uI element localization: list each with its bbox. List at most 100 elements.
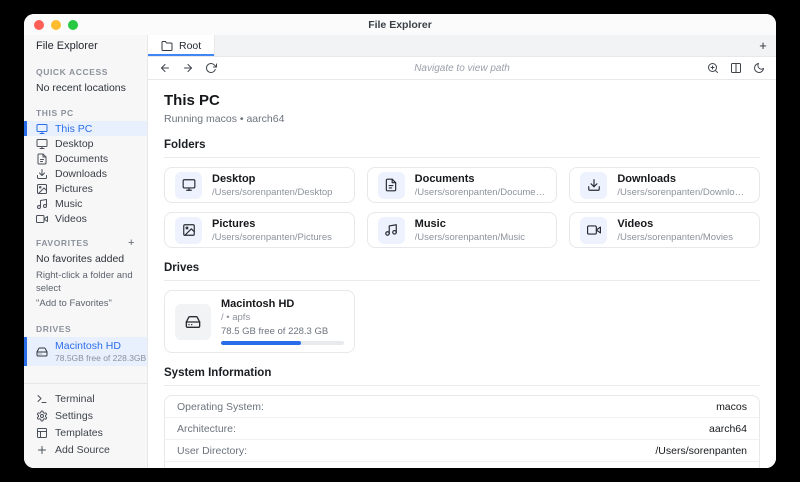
drive-usage-bar	[221, 341, 344, 345]
favorites-hint-line2: "Add to Favorites"	[24, 296, 147, 311]
sidebar-item-music[interactable]: Music	[24, 196, 147, 211]
folder-path: /Users/sorenpanten/Downloads	[617, 188, 749, 198]
table-row: User Directory: /Users/sorenpanten	[165, 440, 759, 462]
sidebar-item-label: Pictures	[55, 183, 93, 195]
refresh-button[interactable]	[205, 62, 217, 74]
folder-card-documents[interactable]: Documents /Users/sorenpanten/Documents	[367, 167, 558, 203]
folder-card-pictures[interactable]: Pictures /Users/sorenpanten/Pictures	[164, 212, 355, 248]
favorites-section-title: FAVORITES +	[24, 232, 147, 251]
sidebar-item-add-source[interactable]: Add Source	[24, 441, 147, 458]
sidebar-item-desktop[interactable]: Desktop	[24, 136, 147, 151]
sidebar-item-this-pc[interactable]: This PC	[24, 121, 147, 136]
tab-bar: Root +	[148, 35, 776, 57]
folder-name: Pictures	[212, 218, 332, 230]
sidebar: File Explorer QUICK ACCESS No recent loc…	[24, 35, 148, 468]
sidebar-item-label: Desktop	[55, 138, 94, 150]
main-panel: Root + Navigate to view path This P	[148, 35, 776, 468]
favorites-hint-line1: Right-click a folder and select	[24, 268, 147, 296]
folder-card-music[interactable]: Music /Users/sorenpanten/Music	[367, 212, 558, 248]
music-icon	[36, 198, 48, 210]
sidebar-item-label: Add Source	[55, 444, 110, 456]
sidebar-item-settings[interactable]: Settings	[24, 407, 147, 424]
drive-card-macintosh-hd[interactable]: Macintosh HD / • apfs 78.5 GB free of 22…	[164, 290, 355, 353]
monitor-icon	[175, 172, 202, 199]
folder-path: /Users/sorenpanten/Music	[415, 233, 525, 243]
system-info-section-header: System Information	[164, 367, 760, 386]
page-subtitle: Running macos • aarch64	[164, 113, 760, 125]
folders-grid: Desktop /Users/sorenpanten/Desktop Docum…	[164, 167, 760, 248]
folders-section-header: Folders	[164, 139, 760, 158]
video-icon	[580, 217, 607, 244]
tab-label: Root	[179, 40, 201, 52]
sidebar-item-videos[interactable]: Videos	[24, 211, 147, 226]
video-icon	[36, 213, 48, 225]
minimize-window-button[interactable]	[51, 20, 61, 30]
tab-root[interactable]: Root	[148, 35, 215, 56]
folder-path: /Users/sorenpanten/Pictures	[212, 233, 332, 243]
page-title: This PC	[164, 92, 760, 109]
folder-card-downloads[interactable]: Downloads /Users/sorenpanten/Downloads	[569, 167, 760, 203]
hard-drive-icon	[175, 304, 211, 340]
add-favorite-button[interactable]: +	[128, 239, 135, 247]
download-icon	[580, 172, 607, 199]
sidebar-item-pictures[interactable]: Pictures	[24, 181, 147, 196]
sidebar-drive-label: Macintosh HD	[55, 340, 135, 352]
quick-access-empty-text: No recent locations	[24, 80, 147, 97]
dark-mode-toggle-icon[interactable]	[753, 62, 765, 74]
sidebar-item-label: Documents	[55, 153, 108, 165]
sidebar-footer: Terminal Settings Templates Add Source	[24, 383, 147, 468]
drives-section-title: DRIVES	[24, 318, 147, 337]
folder-name: Documents	[415, 173, 547, 185]
sidebar-item-label: Settings	[55, 410, 93, 422]
new-tab-button[interactable]: +	[750, 35, 776, 56]
file-explorer-window: File Explorer File Explorer QUICK ACCESS…	[24, 14, 776, 468]
favorites-empty-title: No favorites added	[24, 251, 147, 268]
sidebar-item-templates[interactable]: Templates	[24, 424, 147, 441]
table-row: Operating System: macos	[165, 396, 759, 418]
close-window-button[interactable]	[34, 20, 44, 30]
document-icon	[36, 153, 48, 165]
forward-button[interactable]	[182, 62, 194, 74]
download-icon	[36, 168, 48, 180]
sidebar-item-macintosh-hd[interactable]: Macintosh HD 78.5GB free of 228.3GB	[24, 337, 147, 366]
folder-name: Downloads	[617, 173, 749, 185]
drives-grid: Macintosh HD / • apfs 78.5 GB free of 22…	[164, 290, 760, 353]
sidebar-item-terminal[interactable]: Terminal	[24, 390, 147, 407]
folder-path: /Users/sorenpanten/Desktop	[212, 188, 332, 198]
drive-usage-text: 78.5 GB free of 228.3 GB	[221, 327, 344, 337]
this-pc-section-title: THIS PC	[24, 102, 147, 121]
quick-access-section-title: QUICK ACCESS	[24, 61, 147, 80]
sidebar-item-label: Downloads	[55, 168, 107, 180]
sidebar-item-label: Music	[55, 198, 82, 210]
document-icon	[378, 172, 405, 199]
sidebar-item-documents[interactable]: Documents	[24, 151, 147, 166]
navigation-toolbar: Navigate to view path	[148, 57, 776, 80]
zoom-window-button[interactable]	[68, 20, 78, 30]
window-title: File Explorer	[24, 19, 776, 31]
back-button[interactable]	[159, 62, 171, 74]
path-input[interactable]: Navigate to view path	[217, 63, 707, 74]
sys-row-value: /Users/sorenpanten	[655, 445, 747, 457]
traffic-lights	[34, 20, 78, 30]
table-row: Version: 0.1.0	[165, 462, 759, 468]
sidebar-drive-detail: 78.5GB free of 228.3GB	[55, 353, 135, 363]
split-view-icon[interactable]	[730, 62, 742, 74]
sidebar-item-label: This PC	[55, 123, 92, 135]
drive-mount-filesystem: / • apfs	[221, 313, 344, 323]
sidebar-item-downloads[interactable]: Downloads	[24, 166, 147, 181]
music-icon	[378, 217, 405, 244]
folder-card-desktop[interactable]: Desktop /Users/sorenpanten/Desktop	[164, 167, 355, 203]
sidebar-item-label: Terminal	[55, 393, 95, 405]
sys-row-value: macos	[716, 401, 747, 413]
folder-card-videos[interactable]: Videos /Users/sorenpanten/Movies	[569, 212, 760, 248]
zoom-in-icon[interactable]	[707, 62, 719, 74]
template-icon	[36, 427, 48, 439]
sys-row-value: 0.1.0	[724, 467, 747, 468]
folder-path: /Users/sorenpanten/Documents	[415, 188, 547, 198]
sys-row-label: Architecture:	[177, 423, 236, 435]
image-icon	[36, 183, 48, 195]
drive-name: Macintosh HD	[221, 298, 344, 310]
drives-section-header: Drives	[164, 262, 760, 281]
plus-icon	[36, 444, 48, 456]
titlebar: File Explorer	[24, 14, 776, 35]
